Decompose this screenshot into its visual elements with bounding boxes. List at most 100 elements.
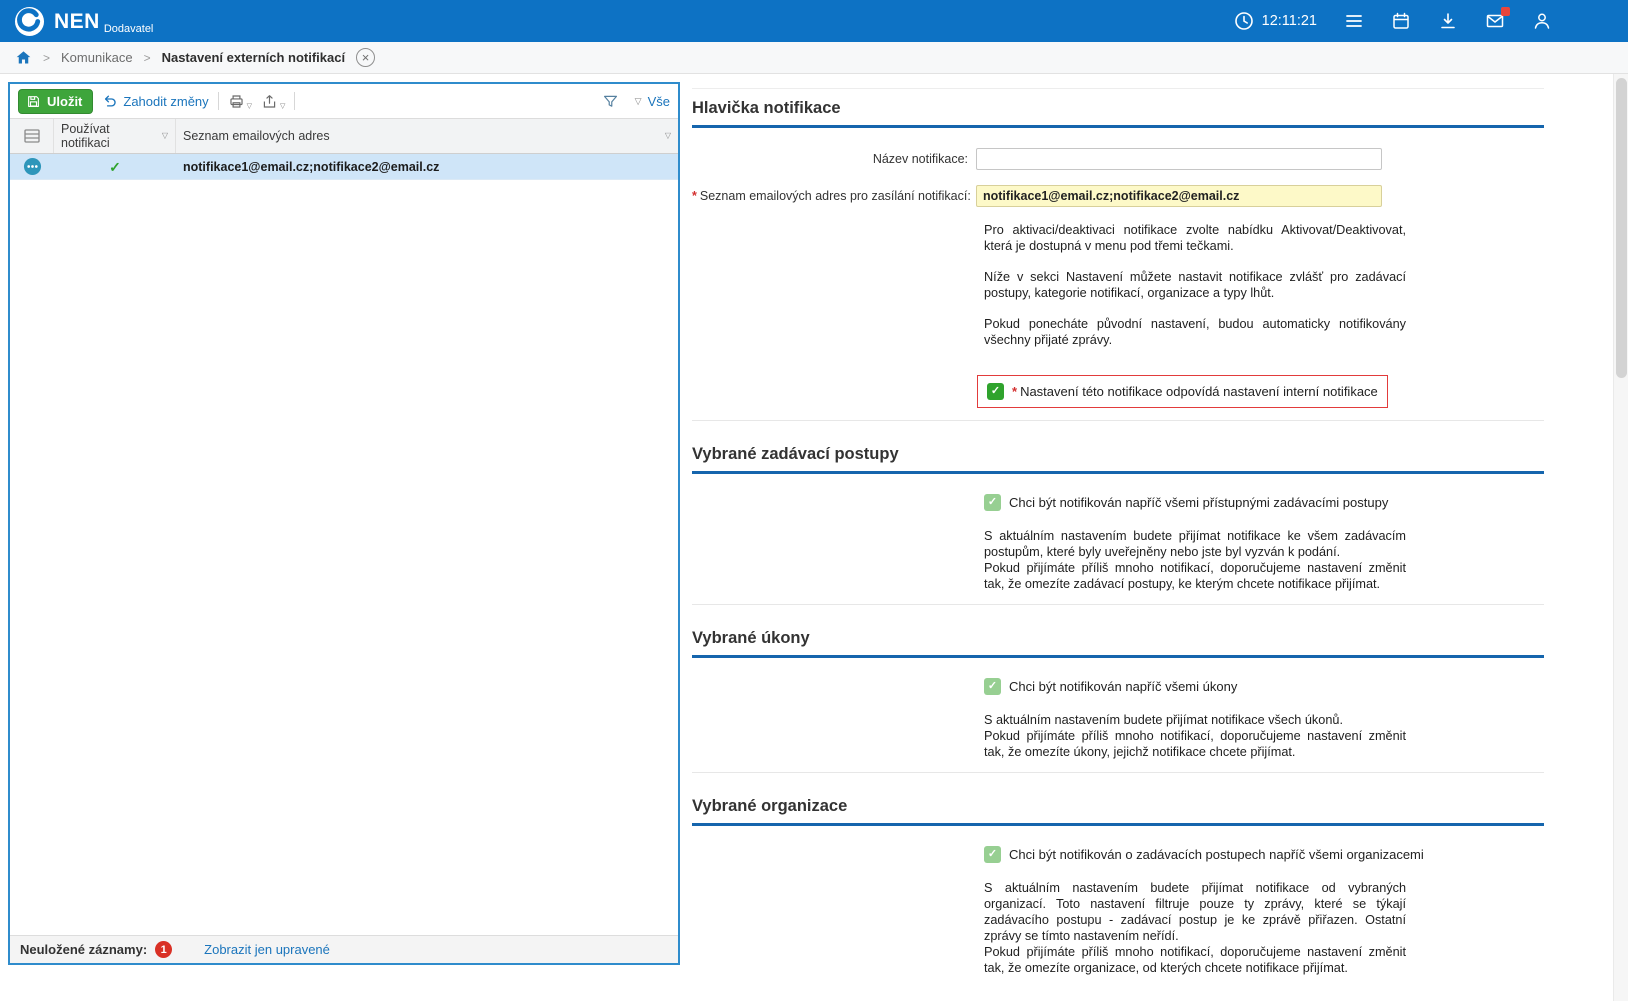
- column-header-email-list[interactable]: Seznam emailových adres ▽: [176, 119, 678, 153]
- header-fields: Název notifikace: *Seznam emailových adr…: [692, 148, 1544, 207]
- all-organizations-checkbox-row: ✓ Chci být notifikován o zadávacích post…: [984, 846, 1544, 863]
- close-tab-icon[interactable]: ×: [356, 48, 375, 67]
- topbar-actions: 12:11:21: [1234, 11, 1628, 31]
- section-underline: [692, 655, 1544, 658]
- notification-row[interactable]: ✓ notifikace1@email.cz;notifikace2@email…: [10, 154, 678, 180]
- all-organizations-checkbox-label: Chci být notifikován o zadávacích postup…: [1009, 847, 1424, 862]
- save-button-label: Uložit: [47, 94, 82, 109]
- section-actions: Vybrané úkony ✓ Chci být notifikován nap…: [692, 629, 1544, 760]
- column-label: Používat notifikaci: [61, 122, 158, 151]
- section-underline: [692, 125, 1544, 128]
- all-procedures-checkbox[interactable]: ✓: [984, 494, 1001, 511]
- show-modified-link[interactable]: Zobrazit jen upravené: [204, 942, 330, 957]
- notification-emails-input[interactable]: [976, 185, 1382, 207]
- help-text: Pokud přijímáte příliš mnoho notifikací,…: [984, 944, 1406, 976]
- download-icon[interactable]: [1438, 11, 1458, 31]
- column-filter-icon[interactable]: ▽: [162, 132, 168, 140]
- toolbar-separator: [218, 92, 219, 110]
- discard-changes-label: Zahodit změny: [123, 94, 208, 109]
- breadcrumb: > Komunikace > Nastavení externích notif…: [0, 42, 1628, 74]
- row-used-cell: ✓: [54, 160, 176, 174]
- section-title: Vybrané organizace: [692, 797, 1544, 816]
- table-empty-area: [10, 180, 678, 935]
- calendar-icon[interactable]: [1391, 11, 1411, 31]
- field-notification-emails: *Seznam emailových adres pro zasílání no…: [692, 185, 1544, 207]
- notification-name-input[interactable]: [976, 148, 1382, 170]
- toolbar-separator: [294, 92, 295, 110]
- help-text: Pokud přijímáte příliš mnoho notifikací,…: [984, 728, 1406, 760]
- unsaved-records-label: Neuložené záznamy:: [20, 942, 147, 957]
- column-filter-icon[interactable]: ▽: [665, 132, 671, 140]
- mail-notification-badge: [1501, 7, 1510, 16]
- internal-notification-checkbox[interactable]: ✓: [987, 383, 1004, 400]
- organizations-help-texts: S aktuálním nastavením budete přijímat n…: [692, 880, 1544, 976]
- print-button[interactable]: ▽: [228, 93, 252, 110]
- help-text: S aktuálním nastavením budete přijímat n…: [984, 712, 1406, 728]
- section-title: Vybrané zadávací postupy: [692, 445, 1544, 464]
- all-actions-checkbox[interactable]: ✓: [984, 678, 1001, 695]
- notifications-list-panel: Uložit Zahodit změny ▽ ▽ ▽ Vše: [8, 82, 680, 965]
- help-text: S aktuálním nastavením budete přijímat n…: [984, 880, 1406, 944]
- actions-help-texts: S aktuálním nastavením budete přijímat n…: [692, 712, 1544, 760]
- required-asterisk: *: [692, 189, 697, 203]
- topbar: NEN Dodavatel 12:11:21: [0, 0, 1628, 42]
- section-title-header: Hlavička notifikace: [692, 99, 1544, 118]
- section-divider: [692, 420, 1544, 421]
- brand: NEN Dodavatel: [54, 11, 153, 32]
- all-actions-checkbox-label: Chci být notifikován napříč všemi úkony: [1009, 679, 1237, 694]
- internal-notification-checkbox-label: *Nastavení této notifikace odpovídá nast…: [1012, 384, 1378, 399]
- view-all-label: Vše: [648, 94, 670, 109]
- breadcrumb-separator: >: [144, 51, 151, 65]
- required-asterisk: *: [1012, 384, 1017, 399]
- notification-name-label: Název notifikace:: [692, 152, 976, 166]
- list-footer: Neuložené záznamy: 1 Zobrazit jen uprave…: [10, 935, 678, 963]
- save-button[interactable]: Uložit: [18, 89, 93, 114]
- breadcrumb-item-current: Nastavení externích notifikací: [162, 50, 346, 65]
- section-underline: [692, 823, 1544, 826]
- section-divider: [692, 772, 1544, 773]
- brand-name: NEN: [54, 11, 100, 32]
- list-toolbar: Uložit Zahodit změny ▽ ▽ ▽ Vše: [10, 84, 678, 118]
- view-all-dropdown[interactable]: ▽ Vše: [635, 94, 670, 109]
- all-actions-checkbox-row: ✓ Chci být notifikován napříč všemi úkon…: [984, 678, 1544, 695]
- row-menu-cell: [10, 157, 54, 176]
- notification-detail-panel: Hlavička notifikace Název notifikace: *S…: [692, 88, 1544, 976]
- breadcrumb-separator: >: [43, 51, 50, 65]
- nen-logo-icon: [14, 6, 45, 37]
- section-procedures: Vybrané zadávací postupy ✓ Chci být noti…: [692, 445, 1544, 592]
- scrollbar-thumb[interactable]: [1616, 78, 1627, 378]
- section-title: Vybrané úkony: [692, 629, 1544, 648]
- breadcrumb-item-komunikace[interactable]: Komunikace: [61, 50, 133, 65]
- internal-notification-checkbox-highlight: ✓ *Nastavení této notifikace odpovídá na…: [977, 375, 1388, 408]
- field-notification-name: Název notifikace:: [692, 148, 1544, 170]
- select-columns-icon[interactable]: [10, 119, 54, 153]
- help-text: S aktuálním nastavením budete přijímat n…: [984, 528, 1406, 560]
- help-text: Pokud přijímáte příliš mnoho notifikací,…: [984, 560, 1406, 592]
- brand-subtitle: Dodavatel: [104, 23, 154, 35]
- clock-icon: [1234, 11, 1254, 31]
- vertical-scrollbar[interactable]: [1613, 74, 1628, 1001]
- user-icon[interactable]: [1532, 11, 1552, 31]
- filter-funnel-icon[interactable]: [602, 93, 619, 110]
- menu-icon[interactable]: [1344, 11, 1364, 31]
- help-text: Níže v sekci Nastavení můžete nastavit n…: [984, 269, 1406, 301]
- all-organizations-checkbox[interactable]: ✓: [984, 846, 1001, 863]
- section-divider: [692, 604, 1544, 605]
- export-dropdown-icon[interactable]: ▽: [280, 103, 285, 110]
- section-underline: [692, 471, 1544, 474]
- print-dropdown-icon[interactable]: ▽: [247, 103, 252, 110]
- time-text: 12:11:21: [1262, 13, 1317, 29]
- all-procedures-checkbox-label: Chci být notifikován napříč všemi přístu…: [1009, 495, 1388, 510]
- procedures-help-texts: S aktuálním nastavením budete přijímat n…: [692, 528, 1544, 592]
- column-header-use-notification[interactable]: Používat notifikaci ▽: [54, 119, 176, 153]
- home-icon[interactable]: [15, 49, 32, 66]
- three-dots-menu-icon[interactable]: [23, 157, 42, 176]
- all-procedures-checkbox-row: ✓ Chci být notifikován napříč všemi přís…: [984, 494, 1544, 511]
- view-all-dropdown-icon: ▽: [635, 97, 642, 106]
- section-organizations: Vybrané organizace ✓ Chci být notifiková…: [692, 797, 1544, 976]
- discard-changes-button[interactable]: Zahodit změny: [102, 93, 208, 109]
- checkmark-icon: ✓: [109, 160, 121, 174]
- unsaved-count-badge: 1: [155, 941, 172, 958]
- export-button[interactable]: ▽: [261, 93, 285, 110]
- mail-icon[interactable]: [1485, 11, 1505, 31]
